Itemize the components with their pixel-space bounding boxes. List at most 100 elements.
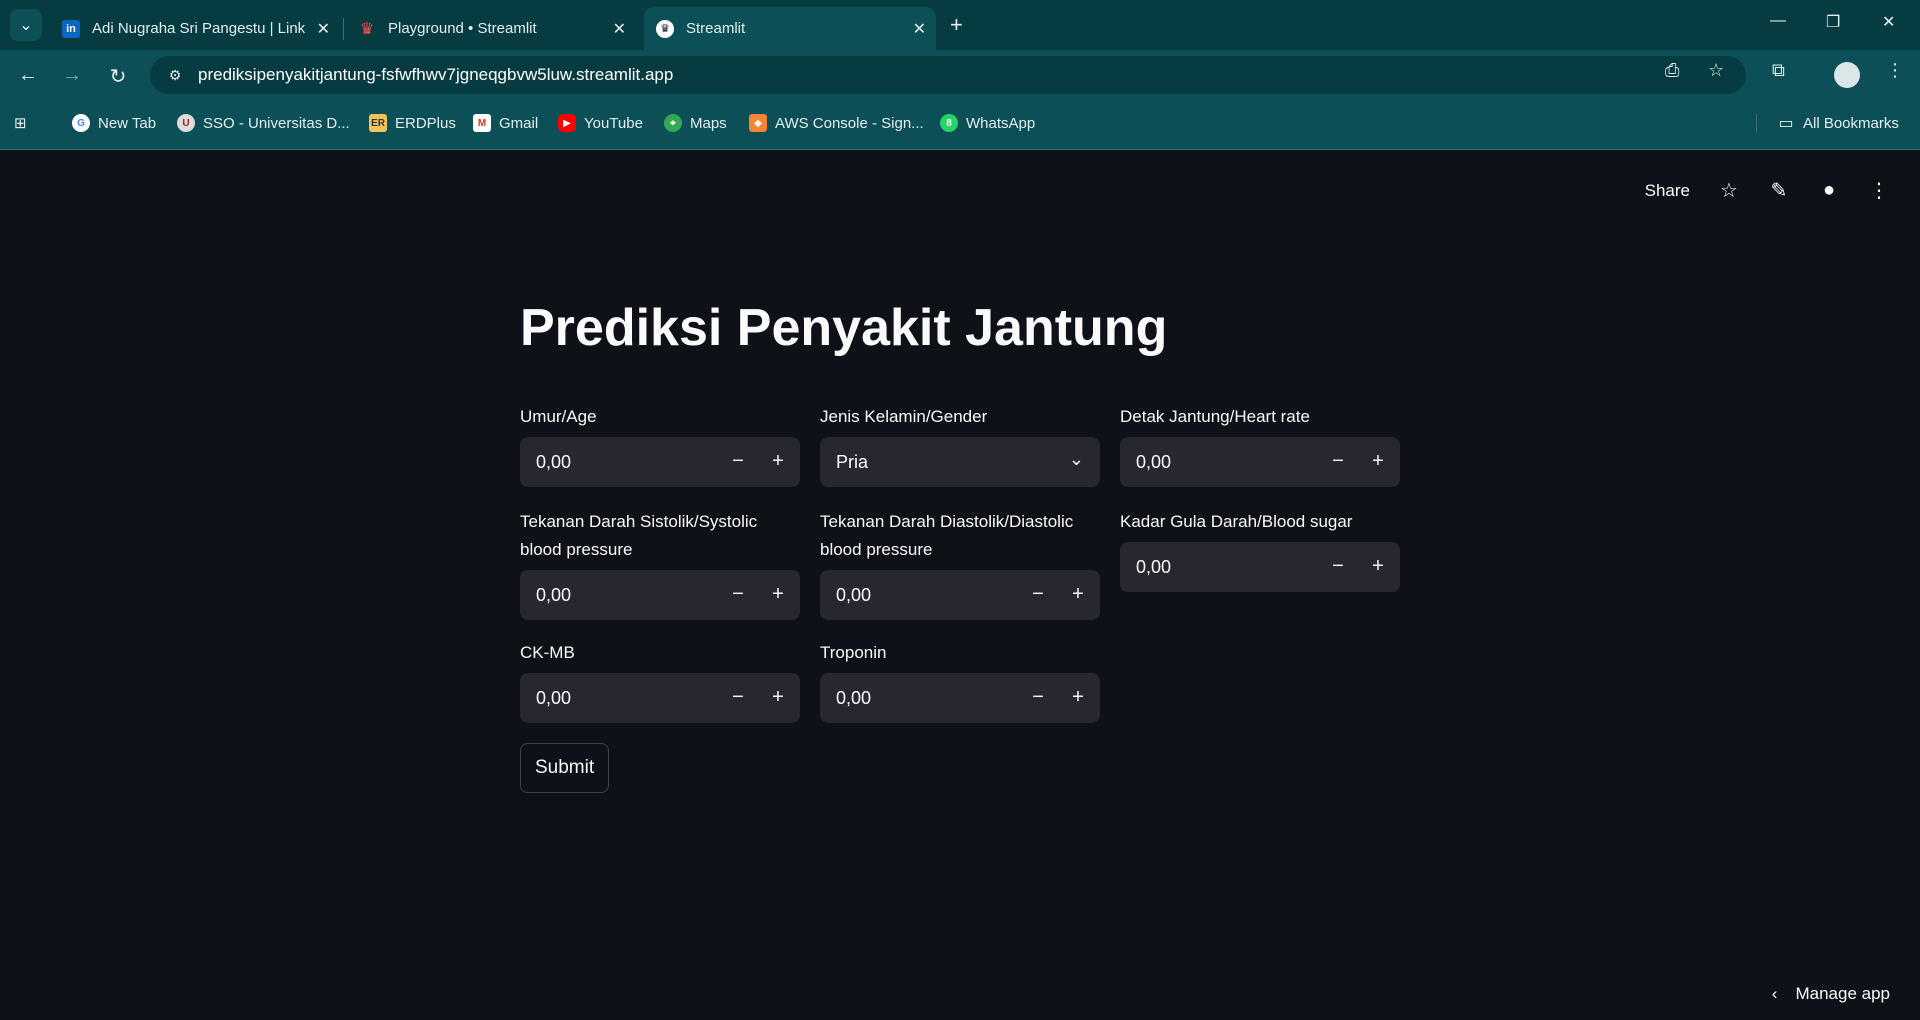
systolic-value[interactable]: 0,00	[536, 585, 571, 606]
close-icon[interactable]: ✕	[317, 19, 330, 39]
decrement-button[interactable]: −	[1026, 583, 1050, 607]
tab-streamlit[interactable]: ♛ Streamlit ✕	[644, 7, 936, 50]
browser-menu-icon[interactable]: ⋮	[1886, 60, 1904, 81]
streamlit-icon: ♛	[359, 20, 375, 38]
bookmark-label: New Tab	[98, 114, 157, 132]
gender-value: Pria	[836, 451, 869, 472]
tab-divider	[343, 18, 344, 40]
increment-button[interactable]: +	[766, 583, 790, 607]
bookmark-aws[interactable]: ◆ AWS Console - Sign...	[749, 114, 924, 132]
bookmark-sso[interactable]: U SSO - Universitas D...	[177, 114, 350, 132]
google-icon: G	[72, 114, 90, 132]
bookmark-youtube[interactable]: ▶ YouTube	[558, 114, 643, 132]
age-value[interactable]: 0,00	[536, 452, 571, 473]
bookmark-whatsapp[interactable]: 8 WhatsApp	[940, 114, 1035, 132]
tab-title: Playground • Streamlit	[388, 20, 537, 37]
edit-icon[interactable]: ✎	[1768, 178, 1790, 203]
all-bookmarks-label: All Bookmarks	[1803, 114, 1899, 132]
erdplus-icon: ER	[369, 114, 387, 132]
extensions-icon[interactable]: ⧉	[1772, 60, 1785, 81]
profile-avatar[interactable]	[1834, 62, 1860, 88]
bookmark-maps[interactable]: ⌖ Maps	[664, 114, 727, 132]
chevron-down-icon: ⌄	[1068, 449, 1084, 469]
plus-icon: +	[950, 12, 963, 37]
bookmark-new-tab[interactable]: G New Tab	[72, 114, 156, 132]
gender-select[interactable]: Pria ⌄	[820, 437, 1100, 487]
increment-button[interactable]: +	[1366, 555, 1390, 579]
close-icon[interactable]: ✕	[913, 19, 926, 39]
tab-title: Adi Nugraha Sri Pangestu | Link	[92, 20, 306, 37]
increment-button[interactable]: +	[1366, 450, 1390, 474]
bookmark-gmail[interactable]: M Gmail	[473, 114, 538, 132]
troponin-value[interactable]: 0,00	[836, 688, 871, 709]
increment-button[interactable]: +	[1066, 583, 1090, 607]
bookmark-erdplus[interactable]: ER ERDPlus	[369, 114, 456, 132]
bookmark-label: YouTube	[584, 114, 643, 132]
ckmb-value[interactable]: 0,00	[536, 688, 571, 709]
systolic-label: Tekanan Darah Sistolik/Systolic blood pr…	[520, 512, 758, 559]
tab-search-button[interactable]: ⌄	[10, 9, 42, 41]
browser-toolbar: ← → ↻ ⚙ prediksipenyakitjantung-fsfwfhwv…	[0, 50, 1920, 100]
new-tab-button[interactable]: +	[950, 12, 963, 38]
blood-sugar-value[interactable]: 0,00	[1136, 557, 1171, 578]
manage-app-label: Manage app	[1795, 984, 1890, 1003]
ckmb-label: CK-MB	[520, 643, 575, 662]
share-button[interactable]: Share	[1645, 181, 1690, 201]
tab-strip: ⌄ in Adi Nugraha Sri Pangestu | Link ✕ ♛…	[0, 0, 1920, 50]
tab-linkedin[interactable]: in Adi Nugraha Sri Pangestu | Link ✕	[50, 7, 340, 50]
star-icon[interactable]: ☆	[1718, 178, 1740, 203]
systolic-input[interactable]: 0,00 − +	[520, 570, 800, 620]
more-menu-icon[interactable]: ⋮	[1868, 178, 1890, 203]
close-icon[interactable]: ✕	[613, 19, 626, 39]
age-label: Umur/Age	[520, 407, 597, 426]
diastolic-label: Tekanan Darah Diastolik/Diastolic blood …	[820, 512, 1074, 559]
decrement-button[interactable]: −	[726, 450, 750, 474]
manage-app-button[interactable]: ‹ Manage app	[1772, 984, 1890, 1004]
page-title: Prediksi Penyakit Jantung	[520, 299, 1168, 357]
increment-button[interactable]: +	[1066, 686, 1090, 710]
reload-button[interactable]: ↻	[106, 64, 130, 89]
increment-button[interactable]: +	[766, 686, 790, 710]
site-info-icon[interactable]: ⚙	[164, 64, 186, 86]
diastolic-value[interactable]: 0,00	[836, 585, 871, 606]
troponin-input[interactable]: 0,00 − +	[820, 673, 1100, 723]
all-bookmarks[interactable]: ▭ All Bookmarks	[1756, 114, 1899, 132]
linkedin-icon: in	[62, 19, 80, 38]
heart-rate-value[interactable]: 0,00	[1136, 452, 1171, 473]
gmail-icon: M	[473, 114, 491, 132]
age-field: Umur/Age 0,00 − +	[520, 403, 800, 487]
bookmark-label: Maps	[690, 114, 727, 132]
decrement-button[interactable]: −	[726, 686, 750, 710]
app-header: Share ☆ ✎ ● ⋮	[1645, 178, 1890, 203]
github-icon[interactable]: ●	[1818, 179, 1840, 202]
window-close-button[interactable]: ✕	[1882, 12, 1895, 32]
bookmarks-bar: ⊞ G New Tab U SSO - Universitas D... ER …	[0, 100, 1920, 150]
diastolic-input[interactable]: 0,00 − +	[820, 570, 1100, 620]
streamlit-icon: ♛	[656, 19, 674, 38]
bookmark-star-icon[interactable]: ☆	[1708, 60, 1724, 81]
bookmark-label: AWS Console - Sign...	[775, 114, 924, 132]
submit-button[interactable]: Submit	[520, 743, 610, 793]
arrow-right-icon: →	[62, 64, 82, 86]
minimize-button[interactable]: —	[1770, 12, 1786, 30]
apps-grid-icon[interactable]: ⊞	[14, 114, 27, 132]
address-bar[interactable]: ⚙ prediksipenyakitjantung-fsfwfhwv7jgneq…	[150, 56, 1746, 94]
restore-button[interactable]: ❐	[1826, 12, 1840, 32]
ckmb-input[interactable]: 0,00 − +	[520, 673, 800, 723]
increment-button[interactable]: +	[766, 450, 790, 474]
decrement-button[interactable]: −	[1026, 686, 1050, 710]
troponin-label: Troponin	[820, 643, 887, 662]
age-input[interactable]: 0,00 − +	[520, 437, 800, 487]
gender-label: Jenis Kelamin/Gender	[820, 407, 988, 426]
youtube-icon: ▶	[558, 114, 576, 132]
diastolic-field: Tekanan Darah Diastolik/Diastolic blood …	[820, 508, 1100, 620]
back-button[interactable]: ←	[16, 64, 40, 87]
install-app-icon[interactable]: ⎙	[1665, 60, 1679, 81]
forward-button[interactable]: →	[60, 64, 84, 87]
blood-sugar-input[interactable]: 0,00 − +	[1120, 542, 1400, 592]
tab-playground[interactable]: ♛ Playground • Streamlit ✕	[346, 7, 636, 50]
decrement-button[interactable]: −	[726, 583, 750, 607]
decrement-button[interactable]: −	[1326, 555, 1350, 579]
decrement-button[interactable]: −	[1326, 450, 1350, 474]
heart-rate-input[interactable]: 0,00 − +	[1120, 437, 1400, 487]
